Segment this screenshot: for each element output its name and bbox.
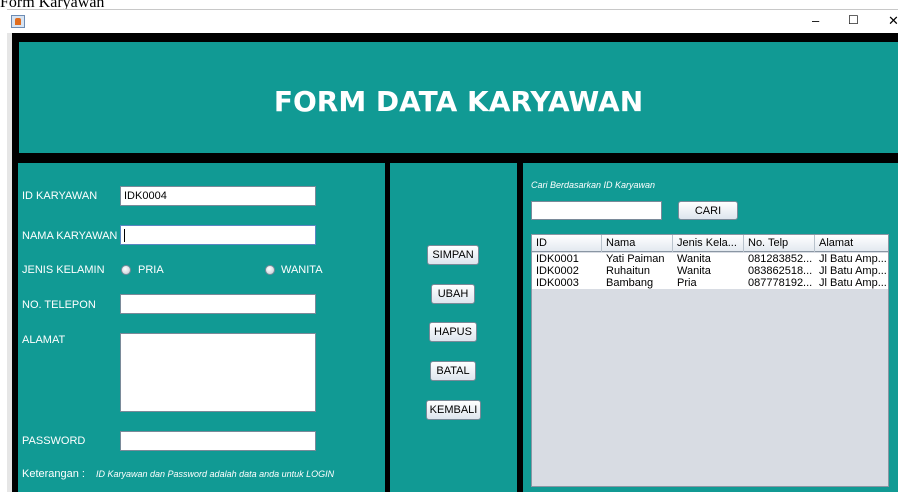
header-panel: FORM DATA KARYAWAN xyxy=(19,42,898,153)
wanita-label: WANITA xyxy=(281,264,323,276)
id-karyawan-field[interactable]: IDK0004 xyxy=(120,186,316,206)
id-karyawan-label: ID KARYAWAN xyxy=(22,190,98,202)
java-app-icon xyxy=(11,15,25,28)
close-button[interactable]: ✕ xyxy=(888,13,898,29)
maximize-button[interactable]: ☐ xyxy=(848,13,859,27)
ubah-button[interactable]: UBAH xyxy=(431,284,475,304)
column-header-id[interactable]: ID xyxy=(532,235,602,252)
search-input[interactable] xyxy=(531,201,662,220)
wanita-radio[interactable] xyxy=(265,265,275,275)
column-header-alamat[interactable]: Alamat xyxy=(815,235,888,252)
password-label: PASSWORD xyxy=(22,435,86,447)
cari-button[interactable]: CARI xyxy=(678,201,738,220)
page-title: FORM DATA KARYAWAN xyxy=(273,85,644,118)
keterangan-text: ID Karyawan dan Password adalah data and… xyxy=(96,469,335,479)
hapus-button[interactable]: HAPUS xyxy=(429,322,477,342)
pria-label: PRIA xyxy=(138,264,164,276)
table-row[interactable]: IDK0003 Bambang Pria 087778192... Jl Bat… xyxy=(532,278,888,289)
alamat-label: ALAMAT xyxy=(22,334,66,346)
content-pane: FORM DATA KARYAWAN ID KARYAWAN IDK0004 N… xyxy=(12,33,898,492)
batal-button[interactable]: BATAL xyxy=(430,361,476,381)
alamat-textarea[interactable] xyxy=(120,333,316,412)
column-header-jenis-kelamin[interactable]: Jenis Kela... xyxy=(673,235,744,252)
nama-karyawan-field[interactable] xyxy=(120,225,316,245)
table-row[interactable]: IDK0002 Ruhaitun Wanita 083862518... Jl … xyxy=(532,266,888,277)
action-panel: SIMPAN UBAH HAPUS BATAL KEMBALI xyxy=(390,163,517,492)
data-panel: Cari Berdasarkan ID Karyawan CARI ID Nam… xyxy=(523,163,898,492)
jenis-kelamin-label: JENIS KELAMIN xyxy=(22,264,105,276)
pria-radio[interactable] xyxy=(121,265,131,275)
kembali-button[interactable]: KEMBALI xyxy=(426,400,481,420)
column-header-nama[interactable]: Nama xyxy=(602,235,673,252)
telepon-label: NO. TELEPON xyxy=(22,299,96,311)
text-cursor xyxy=(124,229,125,242)
minimize-button[interactable]: – xyxy=(812,13,819,28)
keterangan-label: Keterangan : xyxy=(22,468,85,480)
column-header-no-telp[interactable]: No. Telp xyxy=(744,235,815,252)
simpan-button[interactable]: SIMPAN xyxy=(427,245,479,265)
telepon-field[interactable] xyxy=(120,294,316,314)
form-panel: ID KARYAWAN IDK0004 NAMA KARYAWAN JENIS … xyxy=(18,163,385,492)
table-body: IDK0001 Yati Paiman Wanita 081283852... … xyxy=(532,253,888,289)
table-header: ID Nama Jenis Kela... No. Telp Alamat xyxy=(532,235,888,252)
table-row[interactable]: IDK0001 Yati Paiman Wanita 081283852... … xyxy=(532,254,888,265)
title-bar[interactable]: – ☐ ✕ xyxy=(7,9,898,33)
nama-karyawan-label: NAMA KARYAWAN xyxy=(22,230,118,242)
password-field[interactable] xyxy=(120,431,316,451)
search-caption: Cari Berdasarkan ID Karyawan xyxy=(531,180,656,190)
karyawan-table[interactable]: ID Nama Jenis Kela... No. Telp Alamat ID… xyxy=(531,234,889,487)
